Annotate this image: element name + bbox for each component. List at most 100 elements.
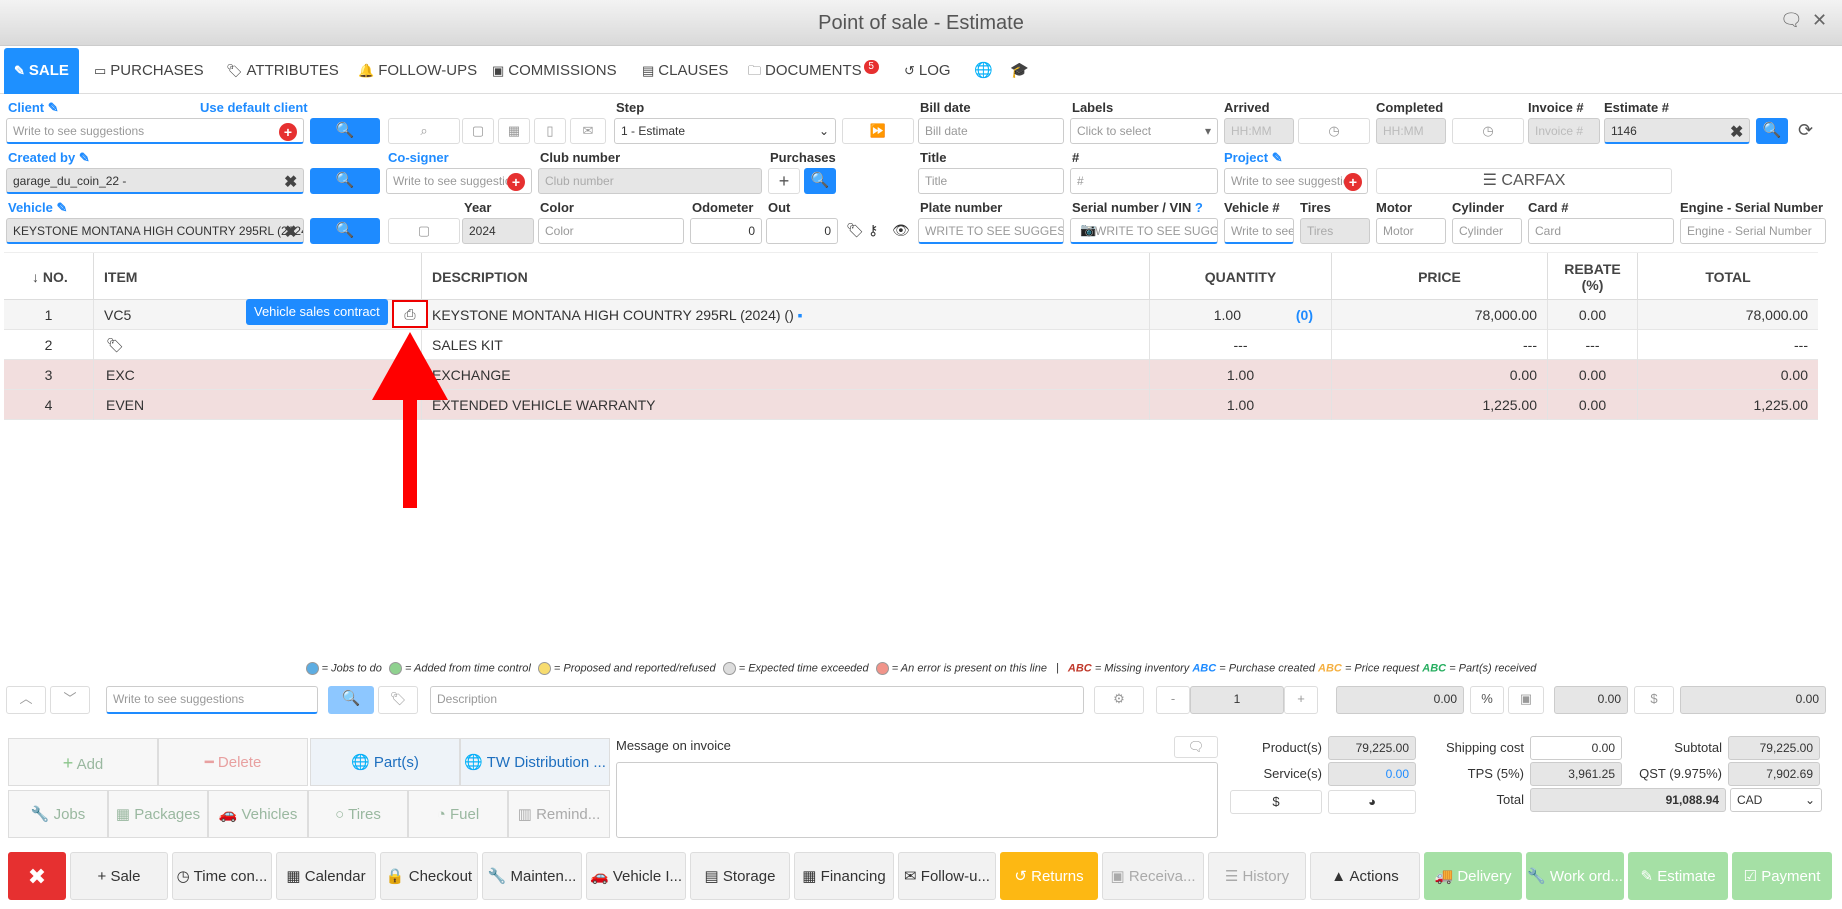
- col-total[interactable]: TOTAL: [1638, 253, 1818, 301]
- delete-button[interactable]: ━ Delete: [158, 738, 308, 786]
- maintenance-button[interactable]: 🔧 Mainten...: [482, 852, 582, 900]
- clear-icon[interactable]: ✖: [1730, 122, 1743, 142]
- created-by-input[interactable]: garage_du_coin_22 -: [6, 168, 304, 194]
- actions-button[interactable]: ▲ Actions: [1310, 852, 1420, 900]
- tag-icon[interactable]: 🏷: [846, 222, 864, 239]
- invoice-input[interactable]: Invoice #: [1528, 118, 1600, 144]
- vehicle-search-button[interactable]: 🔍: [310, 218, 380, 244]
- arrived-clock-button[interactable]: ◷: [1298, 118, 1370, 144]
- club-number-input[interactable]: Club number: [538, 168, 762, 194]
- message-textarea[interactable]: [616, 762, 1218, 838]
- title-input[interactable]: Title: [918, 168, 1064, 194]
- binoculars-button[interactable]: ⌕: [388, 118, 460, 144]
- chat-icon[interactable]: 🗨: [1780, 10, 1803, 31]
- created-by-search-button[interactable]: 🔍: [310, 168, 380, 194]
- line-total-input[interactable]: 0.00: [1680, 686, 1826, 714]
- line-search-input[interactable]: Write to see suggestions: [106, 686, 318, 714]
- number-input[interactable]: #: [1070, 168, 1218, 194]
- calendar-button[interactable]: ▦ Calendar: [276, 852, 376, 900]
- history-button[interactable]: ☰ History: [1208, 852, 1306, 900]
- close-button[interactable]: ✖: [8, 852, 66, 900]
- row-qty-extra[interactable]: (0): [1296, 300, 1313, 330]
- shipping-input[interactable]: 0.00: [1530, 736, 1622, 760]
- jobs-button[interactable]: 🔧 Jobs: [8, 790, 108, 838]
- edit-icon[interactable]: ✎: [79, 150, 90, 165]
- eye-icon[interactable]: 👁: [892, 222, 910, 239]
- delivery-button[interactable]: 🚚 Delivery: [1424, 852, 1522, 900]
- out-input[interactable]: 0: [766, 218, 838, 244]
- estimate-button[interactable]: ✎ Estimate: [1628, 852, 1728, 900]
- clear-icon[interactable]: ✖: [284, 222, 297, 242]
- settings-button[interactable]: ⚙: [1094, 686, 1144, 714]
- year-input[interactable]: 2024: [462, 218, 534, 244]
- close-icon[interactable]: ✕: [1812, 10, 1827, 31]
- col-no[interactable]: ↓ NO.: [4, 253, 94, 301]
- follow-up-button[interactable]: ✉ Follow-u...: [898, 852, 996, 900]
- tab-documents[interactable]: 🗀 DOCUMENTS 5: [742, 48, 885, 94]
- qty-plus-button[interactable]: +: [1284, 686, 1318, 714]
- vehicle-input[interactable]: KEYSTONE MONTANA HIGH COUNTRY 295RL (202…: [6, 218, 304, 244]
- add-purchase-button[interactable]: +: [768, 168, 800, 194]
- table-row[interactable]: 3 EXC EXCHANGE 1.00 0.00 0.00 0.00: [4, 360, 1818, 390]
- fuel-button[interactable]: ◔ Fuel: [408, 790, 508, 838]
- qty-minus-button[interactable]: -: [1156, 686, 1190, 714]
- completed-clock-button[interactable]: ◷: [1452, 118, 1524, 144]
- tab-clauses[interactable]: ▤ CLAUSES: [636, 48, 734, 94]
- motor-input[interactable]: Motor: [1376, 218, 1446, 244]
- tires-input[interactable]: Tires: [1300, 218, 1370, 244]
- step-select[interactable]: 1 - Estimate ⌄: [614, 118, 836, 144]
- line-rebate-input[interactable]: 0.00: [1554, 686, 1628, 714]
- edit-icon[interactable]: ✎: [56, 200, 67, 215]
- sale-button[interactable]: + Sale: [70, 852, 168, 900]
- reminder-button[interactable]: ▥ Remind...: [508, 790, 610, 838]
- note-button[interactable]: ▢: [462, 118, 494, 144]
- parts-button[interactable]: 🌐 Part(s): [310, 738, 460, 786]
- next-step-button[interactable]: ⏩: [842, 118, 914, 144]
- col-quantity[interactable]: QUANTITY: [1150, 253, 1332, 301]
- col-description[interactable]: DESCRIPTION: [422, 253, 1150, 301]
- vehicle-number-input[interactable]: Write to see suggestions: [1224, 218, 1294, 244]
- storage-button[interactable]: ▤ Storage: [690, 852, 790, 900]
- tires-button[interactable]: ○ Tires: [308, 790, 408, 838]
- table-row[interactable]: 2 🏷 SALES KIT --- --- --- ---: [4, 330, 1818, 360]
- money-button[interactable]: ▣: [1508, 686, 1544, 714]
- add-cosigner-icon[interactable]: +: [507, 173, 525, 191]
- camera-icon[interactable]: 📷: [1080, 222, 1096, 238]
- plate-number-input[interactable]: WRITE TO SEE SUGGESTIONS: [918, 218, 1064, 244]
- client-input[interactable]: Write to see suggestions: [6, 118, 304, 144]
- refresh-icon[interactable]: ⟳: [1798, 120, 1813, 141]
- color-input[interactable]: Color: [538, 218, 684, 244]
- line-search-button[interactable]: 🔍: [328, 686, 374, 714]
- help-icon[interactable]: ?: [1195, 200, 1203, 215]
- carfax-button[interactable]: ☰ CARFAX: [1376, 168, 1672, 194]
- tab-purchases[interactable]: ▭ PURCHASES: [88, 48, 210, 94]
- payment-dollar-button[interactable]: $: [1230, 790, 1322, 814]
- line-description-input[interactable]: Description: [430, 686, 1084, 714]
- financing-button[interactable]: ▦ Financing: [794, 852, 894, 900]
- returns-button[interactable]: ↺ Returns: [1000, 852, 1098, 900]
- tab-training[interactable]: 🎓: [1004, 48, 1035, 94]
- move-down-button[interactable]: ﹀: [50, 686, 90, 714]
- key-icon[interactable]: ⚷: [868, 222, 878, 239]
- estimate-input[interactable]: 1146: [1604, 118, 1750, 144]
- vehicles-button[interactable]: 🚗 Vehicles: [208, 790, 308, 838]
- tw-distribution-button[interactable]: 🌐 TW Distribution ...: [460, 738, 610, 786]
- table-row[interactable]: 4 EVEN EXTENDED VEHICLE WARRANTY 1.00 1,…: [4, 390, 1818, 420]
- col-rebate[interactable]: REBATE (%): [1548, 253, 1638, 301]
- add-project-icon[interactable]: +: [1344, 173, 1362, 191]
- edit-icon[interactable]: ✎: [1272, 150, 1283, 165]
- dollar-button[interactable]: $: [1634, 686, 1674, 714]
- labels-select[interactable]: Click to select ▾: [1070, 118, 1218, 144]
- tab-follow-ups[interactable]: 🔔 FOLLOW-UPS: [352, 48, 483, 94]
- message-comment-button[interactable]: 🗨: [1174, 736, 1218, 758]
- tab-attributes[interactable]: 🏷 ATTRIBUTES: [220, 48, 345, 94]
- receivable-button[interactable]: ▣ Receiva...: [1102, 852, 1204, 900]
- add-client-icon[interactable]: +: [279, 123, 297, 141]
- tab-log[interactable]: ↺ LOG: [898, 48, 957, 94]
- col-price[interactable]: PRICE: [1332, 253, 1548, 301]
- pie-chart-button[interactable]: ◕: [1328, 790, 1416, 814]
- edit-icon[interactable]: ✎: [48, 100, 59, 115]
- add-button[interactable]: + Add: [8, 738, 158, 786]
- card-input[interactable]: Card: [1528, 218, 1674, 244]
- engine-serial-input[interactable]: Engine - Serial Number: [1680, 218, 1826, 244]
